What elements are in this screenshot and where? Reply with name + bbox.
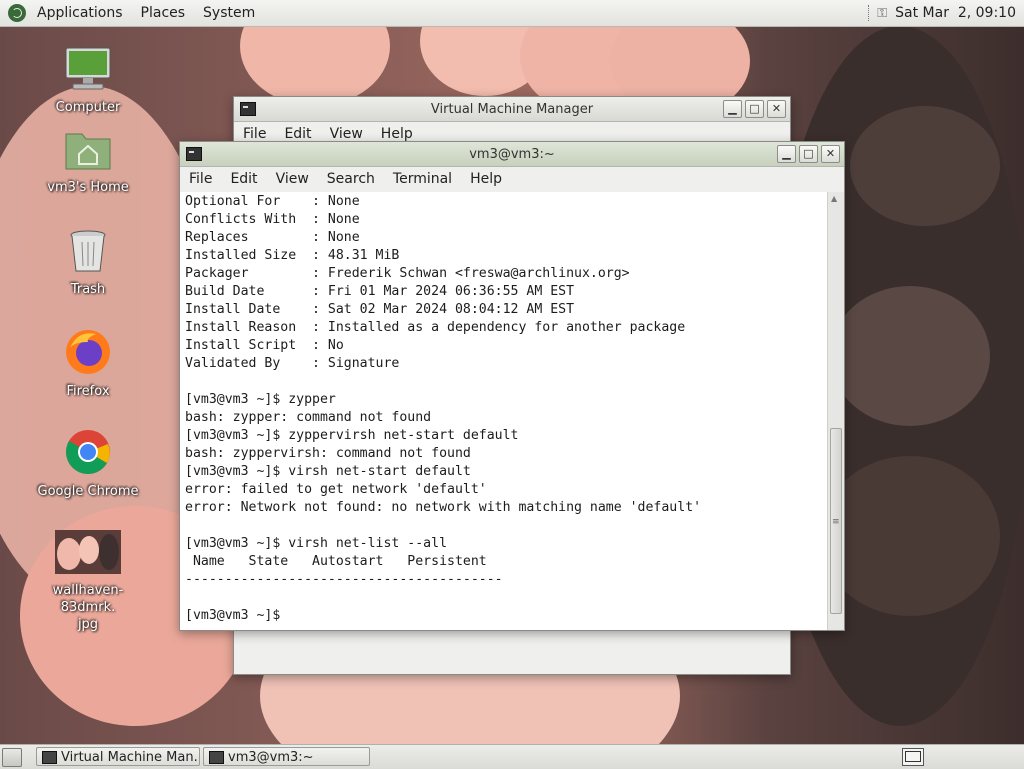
terminal-line: [vm3@vm3 ~]$ zypper — [185, 392, 336, 407]
terminal-window-title: vm3@vm3:~ — [469, 146, 555, 162]
home-folder-icon — [65, 133, 111, 170]
terminal-output[interactable]: Optional For : None Conflicts With : None… — [180, 192, 828, 630]
taskbar-item-terminal[interactable]: vm3@vm3:~ — [203, 747, 370, 766]
scroll-up-arrow-icon[interactable]: ▲ — [831, 194, 837, 203]
terminal-line: Replaces : None — [185, 230, 360, 245]
panel-separator — [868, 5, 871, 21]
maximize-button[interactable]: □ — [745, 100, 764, 118]
terminal-menu-terminal[interactable]: Terminal — [384, 171, 461, 187]
terminal-menu-help[interactable]: Help — [461, 171, 511, 187]
top-panel: Applications Places System ⚿ Sat Mar 2, … — [0, 0, 1024, 27]
desktop-icon-chrome[interactable]: Google Chrome — [33, 428, 143, 499]
vmm-window-controls: ▁ □ ✕ — [723, 100, 786, 118]
chrome-icon — [66, 430, 110, 474]
terminal-line: bash: zypper: command not found — [185, 410, 432, 425]
terminal-line: [vm3@vm3 ~]$ — [185, 608, 289, 623]
desktop-icon-home[interactable]: vm3's Home — [33, 128, 143, 195]
terminal-line: [vm3@vm3 ~]$ virsh net-start default — [185, 464, 471, 479]
terminal-line: ---------------------------------------- — [185, 572, 503, 587]
terminal-line: error: failed to get network 'default' — [185, 482, 487, 497]
desktop-icon-label: Google Chrome — [37, 484, 139, 499]
desktop-icon-image-file[interactable]: wallhaven-83dmrk. jpg — [33, 530, 143, 633]
scrollbar-grip-icon: ≡ — [832, 517, 840, 527]
show-desktop-button[interactable] — [2, 748, 22, 767]
terminal-menu-search[interactable]: Search — [318, 171, 384, 187]
taskbar-item-label: vm3@vm3:~ — [228, 750, 314, 765]
taskbar-item-vmm[interactable]: Virtual Machine Man... — [36, 747, 200, 766]
terminal-line: error: Network not found: no network wit… — [185, 500, 702, 515]
desktop-icon-label: Trash — [70, 282, 106, 297]
desktop-icon-firefox[interactable]: Firefox — [33, 328, 143, 399]
close-button[interactable]: ✕ — [767, 100, 786, 118]
vmm-app-icon — [240, 102, 256, 116]
computer-icon — [65, 47, 111, 90]
terminal-line: [vm3@vm3 ~]$ zyppervirsh net-start defau… — [185, 428, 519, 443]
bottom-panel: Virtual Machine Man... vm3@vm3:~ — [0, 744, 1024, 769]
vmm-task-icon — [42, 751, 57, 764]
desktop-icon-label: wallhaven-83dmrk. jpg — [52, 583, 124, 632]
workspace-switcher[interactable] — [902, 748, 924, 766]
terminal-task-icon — [209, 751, 224, 764]
vmm-menu-file[interactable]: File — [234, 126, 275, 142]
trash-icon — [70, 230, 106, 272]
firefox-icon — [66, 330, 110, 374]
terminal-menu-view[interactable]: View — [267, 171, 318, 187]
terminal-line: Install Script : No — [185, 338, 344, 353]
terminal-line: Packager : Frederik Schwan <freswa@archl… — [185, 266, 630, 281]
terminal-menubar: File Edit View Search Terminal Help — [180, 167, 844, 191]
terminal-line: Installed Size : 48.31 MiB — [185, 248, 400, 263]
vmm-menu-edit[interactable]: Edit — [275, 126, 320, 142]
terminal-line: [vm3@vm3 ~]$ virsh net-list --all — [185, 536, 448, 551]
terminal-line: bash: zyppervirsh: command not found — [185, 446, 471, 461]
terminal-line: Name State Autostart Persistent — [185, 554, 487, 569]
terminal-menu-file[interactable]: File — [180, 171, 221, 187]
vmm-titlebar[interactable]: Virtual Machine Manager ▁ □ ✕ — [234, 97, 790, 122]
terminal-app-icon — [186, 147, 202, 161]
desktop-icon-trash[interactable]: Trash — [33, 228, 143, 297]
terminal-window: vm3@vm3:~ ▁ □ ✕ File Edit View Search Te… — [179, 141, 845, 631]
terminal-window-controls: ▁ □ ✕ — [777, 145, 840, 163]
desktop-icon-label: vm3's Home — [47, 180, 129, 195]
vmm-menu-help[interactable]: Help — [372, 126, 422, 142]
terminal-line: Conflicts With : None — [185, 212, 360, 227]
terminal-scrollbar[interactable]: ▲ ≡ — [827, 192, 844, 630]
terminal-titlebar[interactable]: vm3@vm3:~ ▁ □ ✕ — [180, 142, 844, 167]
desktop-icon-label: Computer — [55, 100, 121, 115]
keyring-icon[interactable]: ⚿ — [877, 6, 887, 21]
desktop-icon-label: Firefox — [66, 384, 110, 399]
desktop-icon-computer[interactable]: Computer — [33, 46, 143, 115]
vmm-menu-view[interactable]: View — [321, 126, 372, 142]
taskbar-item-label: Virtual Machine Man... — [61, 750, 200, 765]
applications-menu[interactable]: Applications — [28, 0, 132, 26]
terminal-menu-edit[interactable]: Edit — [221, 171, 266, 187]
terminal-line: Build Date : Fri 01 Mar 2024 06:36:55 AM… — [185, 284, 575, 299]
terminal-line: Install Date : Sat 02 Mar 2024 08:04:12 … — [185, 302, 575, 317]
vmm-window-title: Virtual Machine Manager — [430, 101, 594, 117]
system-menu[interactable]: System — [194, 0, 264, 26]
terminal-line: Optional For : None — [185, 194, 360, 209]
minimize-button[interactable]: ▁ — [777, 145, 796, 163]
image-thumbnail-icon — [55, 530, 121, 574]
close-button[interactable]: ✕ — [821, 145, 840, 163]
terminal-line: Install Reason : Installed as a dependen… — [185, 320, 686, 335]
clock[interactable]: Sat Mar 2, 09:10 — [895, 5, 1016, 21]
terminal-line: Validated By : Signature — [185, 356, 400, 371]
places-menu[interactable]: Places — [132, 0, 195, 26]
maximize-button[interactable]: □ — [799, 145, 818, 163]
distro-logo-icon[interactable] — [8, 4, 26, 22]
minimize-button[interactable]: ▁ — [723, 100, 742, 118]
